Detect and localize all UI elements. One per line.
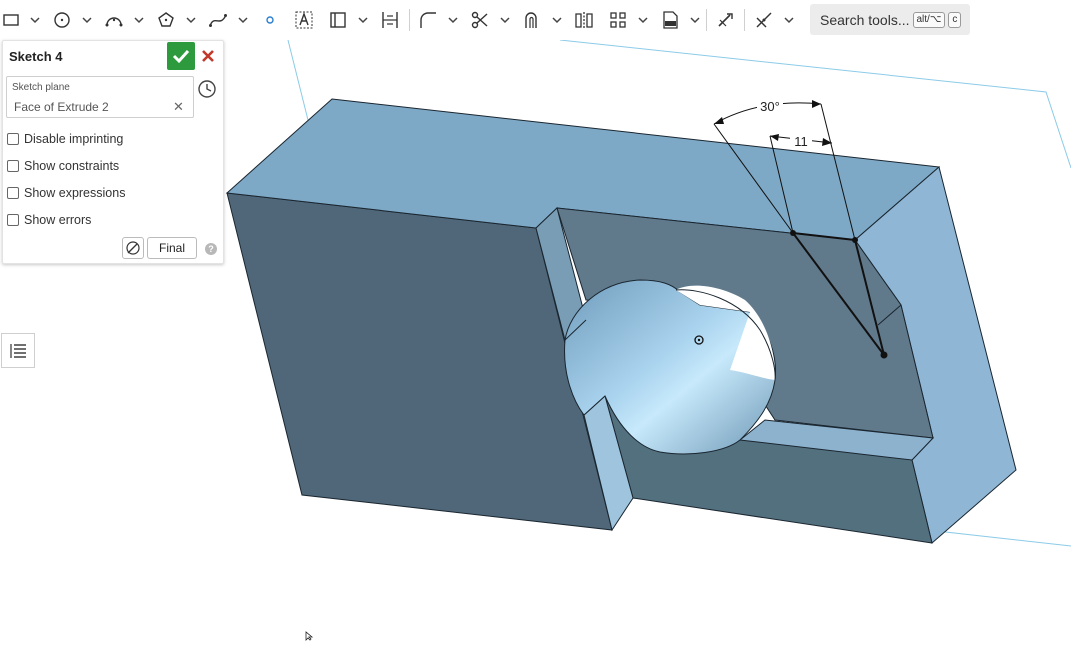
shortcut-key: c <box>948 11 962 28</box>
toolbar-divider <box>744 9 745 31</box>
origin-marker-center <box>697 338 701 342</box>
polygon-icon[interactable] <box>155 9 177 31</box>
chevron-down-icon[interactable] <box>499 13 511 27</box>
chevron-down-icon[interactable] <box>133 13 145 27</box>
chevron-down-icon[interactable] <box>447 13 459 27</box>
offset-icon[interactable] <box>521 9 543 31</box>
cancel-button[interactable] <box>199 45 217 67</box>
sketch-inference-button[interactable] <box>122 237 144 259</box>
spline-icon[interactable] <box>207 9 229 31</box>
chevron-down-icon[interactable] <box>185 13 197 27</box>
sketch-toolbar: Search tools... alt/⌥ c <box>0 0 1071 40</box>
mirror-icon[interactable] <box>573 9 595 31</box>
option-label: Disable imprinting <box>24 132 124 146</box>
dimension-arrow <box>812 100 821 108</box>
angle-dimension-label[interactable]: 30° <box>760 99 780 114</box>
chevron-down-icon[interactable] <box>637 13 649 27</box>
fillet-icon[interactable] <box>417 9 439 31</box>
checkbox[interactable] <box>7 160 19 172</box>
history-icon[interactable] <box>197 79 217 99</box>
final-button[interactable]: Final <box>147 237 197 259</box>
chevron-down-icon[interactable] <box>357 13 369 27</box>
midpoint-icon[interactable] <box>379 9 401 31</box>
construction-icon[interactable] <box>327 9 349 31</box>
checkbox[interactable] <box>7 214 19 226</box>
option-label: Show constraints <box>24 159 120 173</box>
text-icon[interactable] <box>293 9 315 31</box>
use-edge-icon[interactable] <box>715 9 737 31</box>
sketch-plane-field[interactable]: Sketch plane Face of Extrude 2 ✕ <box>6 76 194 118</box>
constraint-icon[interactable] <box>753 9 775 31</box>
dxf-import-icon[interactable] <box>659 9 681 31</box>
toolbar-divider <box>409 9 410 31</box>
sketch-plane-value[interactable]: Face of Extrude 2 <box>14 100 109 114</box>
trim-icon[interactable] <box>469 9 491 31</box>
checkbox[interactable] <box>7 187 19 199</box>
clear-selection-icon[interactable]: ✕ <box>173 99 184 115</box>
linear-dimension-label[interactable]: 11 <box>794 134 808 149</box>
option-show-expressions[interactable]: Show expressions <box>7 184 125 202</box>
dialog-title: Sketch 4 <box>9 49 63 64</box>
magic-wand-icon <box>126 241 140 255</box>
shortcut-modifier-key: alt/⌥ <box>912 11 946 28</box>
close-icon <box>202 50 214 62</box>
sketch-vertex[interactable] <box>880 351 888 359</box>
checkbox[interactable] <box>7 133 19 145</box>
circle-icon[interactable] <box>51 9 73 31</box>
mouse-cursor-icon <box>305 628 315 641</box>
chevron-down-icon[interactable] <box>29 13 41 27</box>
option-label: Show errors <box>24 213 92 227</box>
toolbar-divider <box>706 9 707 31</box>
option-label: Show expressions <box>24 186 126 200</box>
chevron-down-icon[interactable] <box>81 13 93 27</box>
option-show-errors[interactable]: Show errors <box>7 211 91 229</box>
point-icon[interactable] <box>259 9 281 31</box>
sketch-plane-label: Sketch plane <box>12 82 70 93</box>
search-tools-button[interactable]: Search tools... alt/⌥ c <box>810 4 970 35</box>
rectangle-icon[interactable] <box>0 9 22 31</box>
list-icon <box>10 343 26 358</box>
sketch-dialog: Sketch 4 Sketch plane Face of Extrude 2 … <box>2 40 224 264</box>
chevron-down-icon[interactable] <box>237 13 249 27</box>
help-icon[interactable]: ? <box>205 243 217 255</box>
checkmark-icon <box>172 49 190 64</box>
option-show-constraints[interactable]: Show constraints <box>7 157 119 175</box>
chevron-down-icon[interactable] <box>783 13 795 27</box>
arc-icon[interactable] <box>103 9 125 31</box>
pattern-icon[interactable] <box>607 9 629 31</box>
feature-list-toggle[interactable] <box>1 333 35 368</box>
chevron-down-icon[interactable] <box>551 13 563 27</box>
accept-button[interactable] <box>167 42 195 70</box>
dimension-arrow <box>714 117 724 124</box>
search-tools-label: Search tools... <box>820 11 910 28</box>
chevron-down-icon[interactable] <box>689 13 701 27</box>
option-disable-imprinting[interactable]: Disable imprinting <box>7 130 123 148</box>
